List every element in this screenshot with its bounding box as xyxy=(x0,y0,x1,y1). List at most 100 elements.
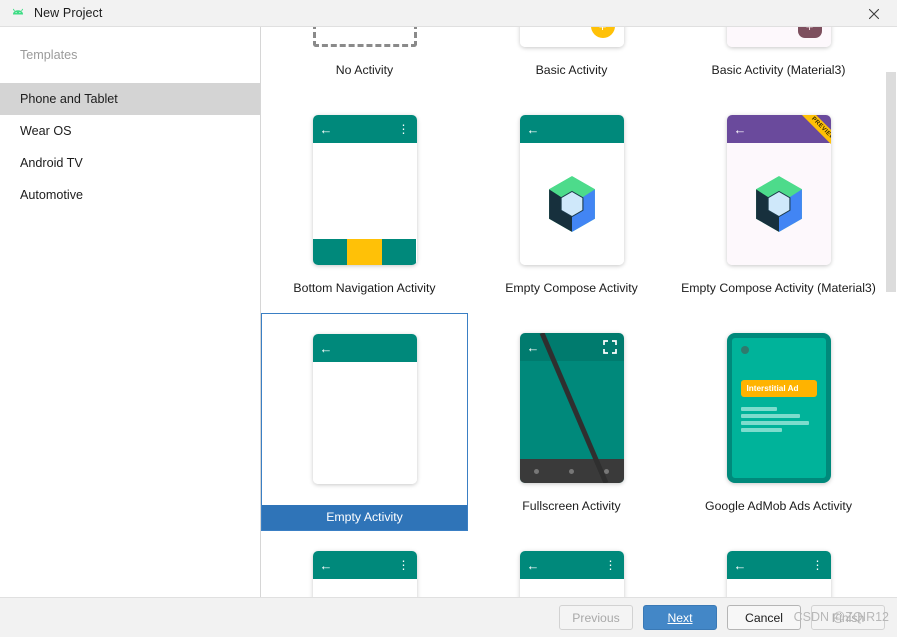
sidebar-item-label: Automotive xyxy=(20,188,83,202)
templates-panel: No Activity + Basic Activity xyxy=(261,27,897,597)
phone-mock: ← ⋮ xyxy=(313,115,417,265)
dialog-body: Templates Phone and Tablet Wear OS Andro… xyxy=(0,27,897,597)
back-arrow-icon: ← xyxy=(734,123,747,136)
phone-screen: + xyxy=(727,27,831,47)
jetpack-compose-logo-icon xyxy=(544,174,600,234)
template-thumbnail: ← xyxy=(468,319,675,497)
nav-dot xyxy=(569,469,574,474)
phone-screen xyxy=(520,361,624,459)
sidebar-item-automotive[interactable]: Automotive xyxy=(0,179,260,211)
template-card-basic-activity-material3[interactable]: + Basic Activity (Material3) xyxy=(675,27,882,95)
template-label: Google AdMob Ads Activity xyxy=(675,497,882,513)
jetpack-compose-logo-icon xyxy=(751,174,807,234)
template-card-empty-compose-activity[interactable]: ← xyxy=(468,95,675,313)
template-card-empty-activity[interactable]: ← Empty Activity xyxy=(261,313,468,531)
overflow-menu-icon: ⋮ xyxy=(398,559,410,571)
android-robot-icon xyxy=(10,5,26,21)
template-thumbnail: ← ⋮ xyxy=(261,537,468,597)
phone-mock: ← xyxy=(313,334,417,484)
back-arrow-icon: ← xyxy=(320,559,333,572)
phone-screen xyxy=(313,362,417,484)
template-card-partial[interactable]: ← ⋮ xyxy=(675,531,882,597)
back-arrow-icon: ← xyxy=(734,559,747,572)
phone-screen xyxy=(520,579,624,597)
back-arrow-icon: ← xyxy=(320,342,333,355)
phone-screen xyxy=(313,143,417,239)
template-thumbnail: ← xyxy=(675,101,882,279)
fab-add-icon: + xyxy=(798,27,822,38)
next-button[interactable]: Next xyxy=(643,605,717,630)
template-card-no-activity[interactable]: No Activity xyxy=(261,27,468,95)
template-card-google-admob-ads-activity[interactable]: Interstitial Ad Google AdMob Ads Activit… xyxy=(675,313,882,531)
overflow-menu-icon: ⋮ xyxy=(605,559,617,571)
cancel-button-label: Cancel xyxy=(745,611,783,625)
fullscreen-icon xyxy=(603,340,617,354)
dialog-footer: Previous Next Cancel Finish CSDN @ZQIR12 xyxy=(0,597,897,637)
template-thumbnail: Interstitial Ad xyxy=(675,319,882,497)
window-title: New Project xyxy=(34,6,102,20)
fab-add-icon: + xyxy=(591,27,615,38)
interstitial-ad-badge: Interstitial Ad xyxy=(741,380,817,397)
scrollbar-thumb[interactable] xyxy=(886,72,896,292)
sidebar-header: Templates xyxy=(0,39,260,71)
phone-mock: ← ⋮ xyxy=(727,551,831,597)
next-button-label: Next xyxy=(667,611,692,625)
overflow-menu-icon: ⋮ xyxy=(812,559,824,571)
phone-screen xyxy=(727,579,831,597)
template-label: Empty Activity xyxy=(262,505,467,530)
template-card-bottom-navigation-activity[interactable]: ← ⋮ Bottom Navigation Activity xyxy=(261,95,468,313)
phone-mock: ← xyxy=(520,333,624,483)
nav-dot xyxy=(534,469,539,474)
sidebar-item-label: Wear OS xyxy=(20,124,72,138)
template-thumbnail: ← ⋮ xyxy=(675,537,882,597)
close-icon[interactable] xyxy=(851,0,897,27)
title-bar: New Project xyxy=(0,0,897,27)
phone-screen xyxy=(727,143,831,265)
app-bar: ← xyxy=(727,115,831,143)
dashed-outline-icon xyxy=(313,27,417,47)
content-line xyxy=(741,414,800,418)
template-card-partial[interactable]: ← ⋮ xyxy=(261,531,468,597)
template-label: Fullscreen Activity xyxy=(468,497,675,513)
template-card-basic-activity[interactable]: + Basic Activity xyxy=(468,27,675,95)
new-project-dialog: New Project Templates Phone and Tablet W… xyxy=(0,0,897,637)
back-arrow-icon: ← xyxy=(320,123,333,136)
previous-button[interactable]: Previous xyxy=(559,605,633,630)
camera-dot-icon xyxy=(741,346,749,354)
app-bar: ← ⋮ xyxy=(520,551,624,579)
sidebar-item-android-tv[interactable]: Android TV xyxy=(0,147,260,179)
sidebar-item-phone-and-tablet[interactable]: Phone and Tablet xyxy=(0,83,260,115)
app-bar: ← ⋮ xyxy=(313,115,417,143)
sidebar-item-label: Phone and Tablet xyxy=(20,92,118,106)
template-label: Basic Activity (Material3) xyxy=(675,61,882,77)
template-card-partial[interactable]: ← ⋮ xyxy=(468,531,675,597)
phone-mock: ← xyxy=(727,115,831,265)
nav-tab xyxy=(313,239,347,265)
template-label: Empty Compose Activity (Material3) xyxy=(675,279,882,295)
template-label: Empty Compose Activity xyxy=(468,279,675,295)
phone-screen xyxy=(313,579,417,597)
nav-dot xyxy=(604,469,609,474)
nav-tab-active xyxy=(347,239,383,265)
template-thumbnail: ← xyxy=(468,101,675,279)
phone-mock: + xyxy=(520,27,624,47)
nav-tab xyxy=(382,239,416,265)
sidebar-item-wear-os[interactable]: Wear OS xyxy=(0,115,260,147)
cancel-button[interactable]: Cancel xyxy=(727,605,801,630)
finish-button[interactable]: Finish xyxy=(811,605,885,630)
template-label: Basic Activity xyxy=(468,61,675,77)
app-bar: ← ⋮ xyxy=(313,551,417,579)
app-bar: ← ⋮ xyxy=(727,551,831,579)
templates-scrollbar[interactable] xyxy=(884,27,897,597)
back-arrow-icon: ← xyxy=(527,340,540,355)
sidebar-item-label: Android TV xyxy=(20,156,83,170)
templates-sidebar: Templates Phone and Tablet Wear OS Andro… xyxy=(0,27,261,597)
template-card-fullscreen-activity[interactable]: ← xyxy=(468,313,675,531)
template-label: Bottom Navigation Activity xyxy=(261,279,468,295)
template-thumbnail: ← ⋮ xyxy=(468,537,675,597)
phone-mock: ← ⋮ xyxy=(313,551,417,597)
app-bar: ← xyxy=(313,334,417,362)
template-card-empty-compose-activity-material3[interactable]: ← xyxy=(675,95,882,313)
template-thumbnail xyxy=(261,27,468,61)
overflow-menu-icon: ⋮ xyxy=(398,123,410,135)
